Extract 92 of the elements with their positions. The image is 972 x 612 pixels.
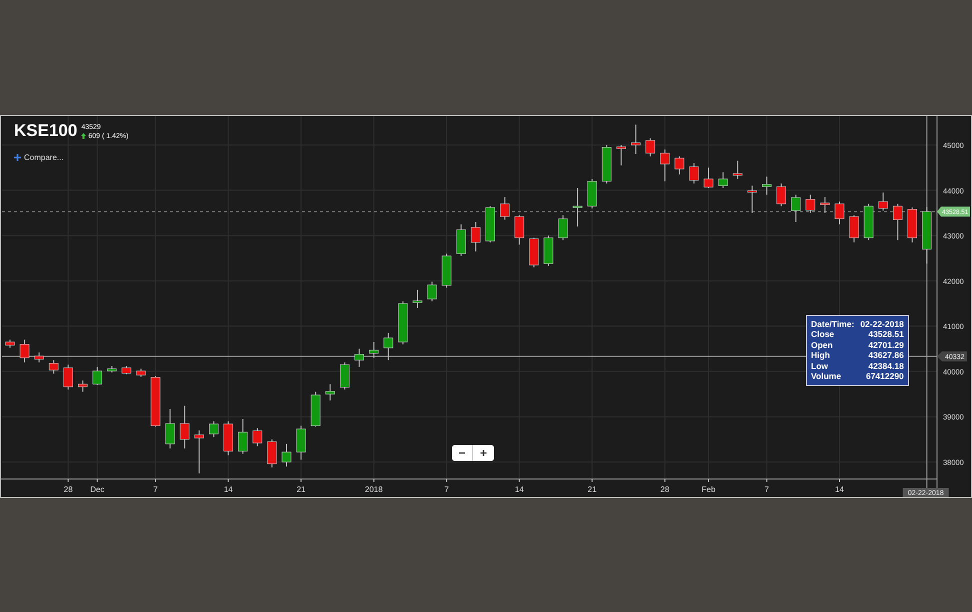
candlestick (325, 383, 335, 400)
tooltip-label: High (811, 350, 831, 360)
tooltip-label: Low (811, 360, 829, 371)
candlestick (892, 202, 902, 240)
candlestick (762, 176, 772, 195)
candlestick (718, 171, 728, 188)
candlestick (514, 214, 524, 245)
plus-icon (14, 154, 21, 160)
axis-label: 28 (64, 484, 73, 494)
zoom-out-button[interactable]: − (452, 444, 473, 460)
candlestick (238, 418, 248, 454)
candlestick (849, 214, 859, 242)
tooltip-value: 42701.29 (867, 340, 904, 350)
candlestick (674, 155, 684, 174)
axis-label: Dec (90, 484, 104, 494)
candlestick (791, 194, 801, 222)
candlestick (456, 223, 466, 256)
axis-label: 14 (835, 484, 844, 494)
tooltip-label: Open (811, 340, 834, 350)
candlestick (384, 332, 394, 360)
candlestick (616, 144, 626, 166)
candlestick (485, 205, 495, 242)
tooltip-value: 02-22-2018 (860, 318, 904, 329)
candlestick (20, 338, 30, 362)
tooltip-value: 43627.86 (867, 350, 904, 360)
candlestick (282, 442, 292, 467)
candlestick (558, 214, 568, 240)
candlestick (224, 420, 234, 456)
candlestick (165, 408, 175, 448)
tooltip-value: 43528.51 (867, 329, 904, 340)
candlestick (572, 187, 582, 226)
candlestick (442, 252, 452, 288)
candlestick (806, 194, 816, 213)
candlestick (922, 206, 932, 264)
candlestick (209, 420, 218, 438)
candlestick (470, 220, 480, 252)
candlestick (587, 178, 597, 208)
candlestick (354, 348, 364, 367)
axis-label: 14 (514, 484, 524, 494)
candlestick (820, 196, 830, 213)
candlestick (660, 148, 670, 182)
axis-label: 2018 (364, 484, 383, 494)
candlestick (369, 341, 379, 358)
tooltip-value: 67412290 (864, 371, 904, 382)
candlestick (63, 364, 73, 390)
candlestick (529, 236, 539, 268)
candlestick (878, 192, 888, 211)
candlestick (340, 361, 350, 390)
candlestick (150, 374, 160, 427)
axis-label: 7 (764, 484, 769, 494)
candlestick (194, 429, 204, 474)
candlestick (296, 424, 306, 460)
candlestick (78, 380, 88, 392)
axis-label: 21 (588, 484, 597, 494)
candlestick (427, 280, 437, 302)
compare-link[interactable]: Compare... (14, 152, 128, 162)
axis-label: 28 (660, 484, 670, 494)
tooltip-label: Date/Time: (811, 318, 854, 329)
candlestick (500, 196, 510, 220)
axis-label: Feb (702, 484, 716, 494)
tooltip-value: 42384.18 (867, 360, 904, 371)
candlestick (747, 184, 757, 213)
candlestick (908, 206, 917, 242)
axis-label: 7 (153, 484, 158, 494)
candlestick (122, 365, 132, 374)
candlestick (646, 137, 656, 156)
candlestick (398, 300, 408, 344)
candlestick (5, 338, 15, 348)
candlestick (252, 427, 262, 446)
candlestick (48, 359, 58, 374)
candlestick (704, 166, 714, 188)
candlestick (267, 438, 277, 468)
tooltip-label: Close (811, 329, 836, 340)
candlestick (631, 124, 641, 154)
candlestick (34, 351, 44, 362)
candlestick (412, 288, 422, 308)
axis-label: 14 (224, 484, 233, 494)
candlestick (180, 404, 190, 448)
tooltip-label: Volume (811, 371, 842, 382)
candlestick (732, 160, 742, 179)
candlestick (689, 162, 699, 184)
ticker-symbol: KSE100 (14, 120, 78, 140)
candlestick (310, 390, 320, 427)
candlestick (864, 202, 874, 240)
candlestick (136, 368, 146, 377)
candlestick (602, 144, 612, 184)
candlestick (776, 182, 786, 206)
candlestick (834, 200, 844, 224)
candlestick (544, 234, 554, 266)
axis-label: 7 (444, 484, 449, 494)
candlestick (92, 366, 102, 386)
axis-label: 21 (296, 484, 306, 494)
